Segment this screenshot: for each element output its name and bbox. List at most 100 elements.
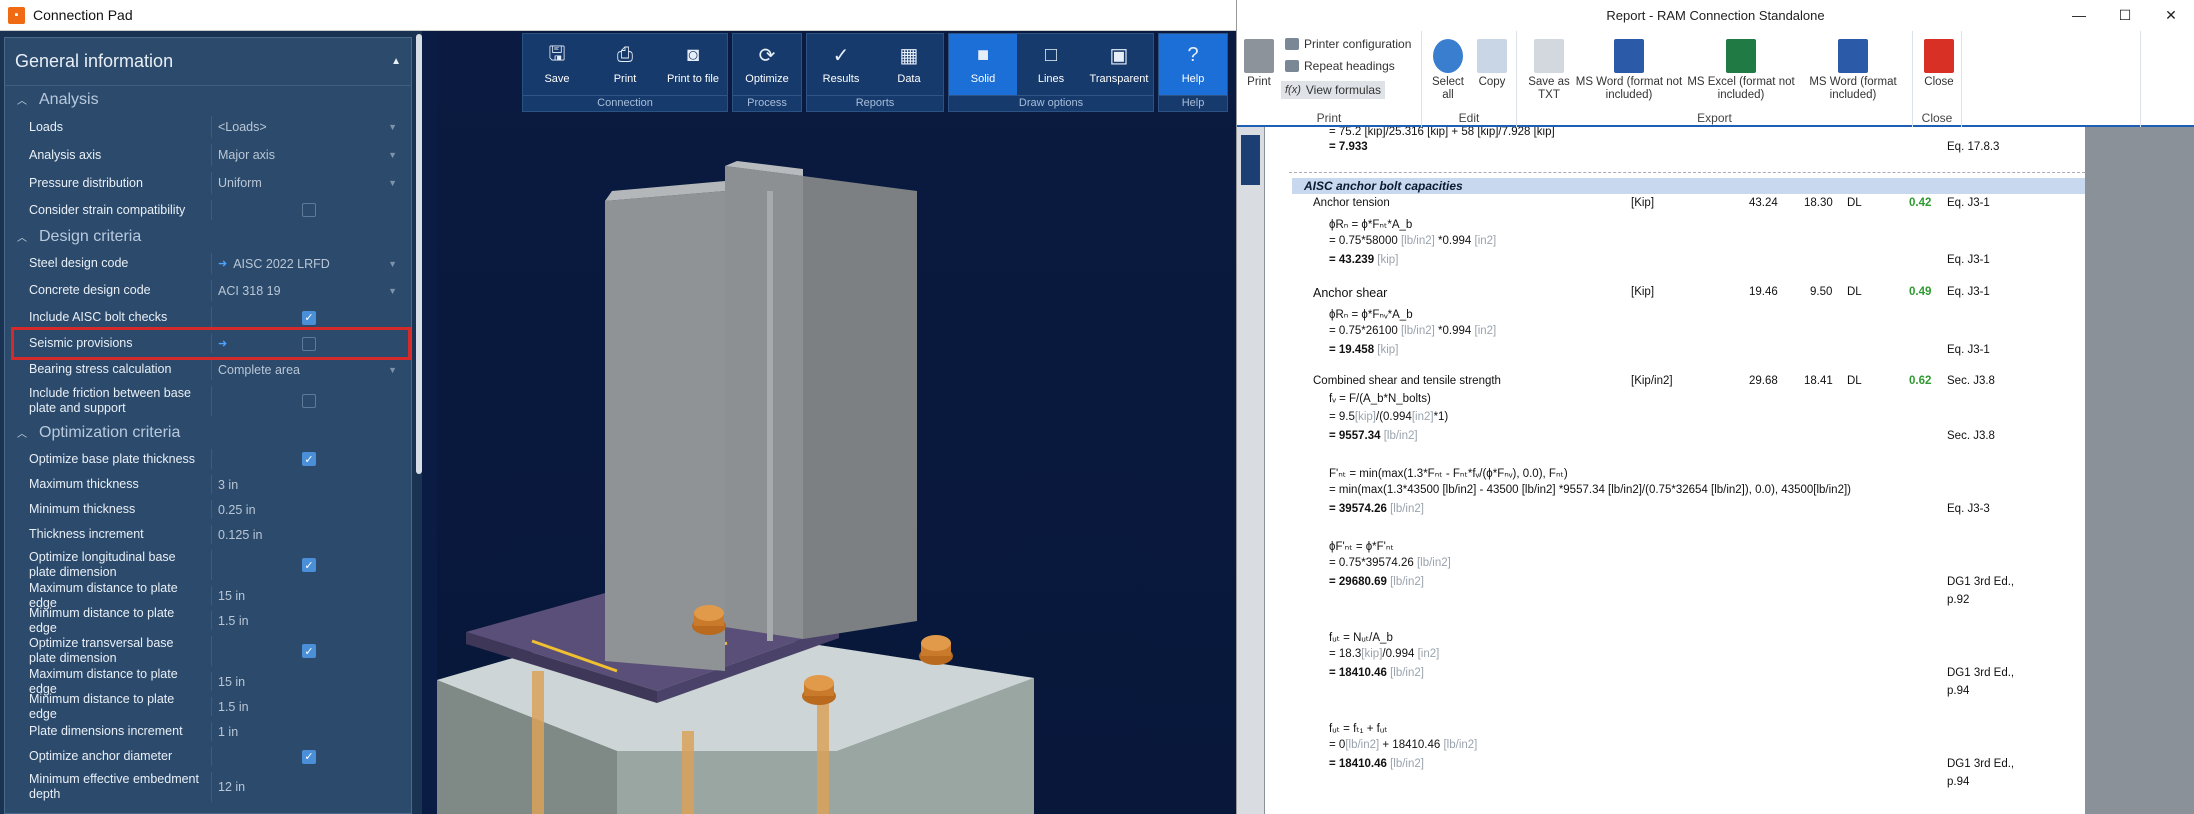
nut (692, 605, 726, 635)
row-thickness-increment[interactable]: Thickness increment 0.125 in (5, 522, 411, 547)
dropdown-icon[interactable]: ▼ (388, 150, 397, 160)
print-button[interactable]: ⎙ Print (591, 34, 659, 95)
ribbon-group-export: Save as TXT MS Word (format not included… (1517, 31, 2141, 127)
row-steel-design-code[interactable]: Steel design code ➜ AISC 2022 LRFD ▼ (5, 250, 411, 277)
copy-icon (1477, 39, 1507, 73)
row-max-distance-edge-1[interactable]: Maximum distance to plate edge 15 in (5, 581, 411, 610)
transparent-cube-icon: ▣ (1109, 45, 1129, 67)
help-button[interactable]: ? Help (1159, 34, 1227, 95)
row-optimize-anchor-diameter[interactable]: Optimize anchor diameter ✓ (5, 744, 411, 769)
maximize-icon[interactable]: ☐ (2102, 0, 2148, 30)
strain-checkbox[interactable] (302, 203, 316, 217)
opt-anchor-checkbox[interactable]: ✓ (302, 749, 316, 764)
aisc-bolt-checkbox[interactable]: ✓ (302, 310, 316, 325)
panel-scrollbar[interactable] (416, 34, 422, 474)
report-page[interactable]: = 75.2 [kip]/25.316 [kip] + 58 [kip]/7.9… (1265, 127, 2085, 814)
dropdown-icon[interactable]: ▼ (388, 122, 397, 132)
excel-export-button[interactable]: MS Excel (format not included) (1687, 39, 1795, 102)
section-optimization-criteria[interactable]: ︿ Optimization criteria (5, 419, 411, 446)
row-max-distance-edge-2[interactable]: Maximum distance to plate edge 15 in (5, 667, 411, 696)
title-bar: Report - RAM Connection Standalone — ☐ ✕ (1237, 0, 2194, 31)
toolbar-group-connection: 🖫 Save ⎙ Print ◙ Print to file Connection (522, 33, 728, 112)
results-icon: ✓ (832, 45, 850, 67)
dropdown-icon[interactable]: ▼ (388, 259, 397, 269)
row-analysis-axis[interactable]: Analysis axis Major axis ▼ (5, 141, 411, 169)
general-information-header[interactable]: General information ▲ (5, 38, 411, 86)
link-arrow-icon[interactable]: ➜ (218, 257, 227, 270)
chevron-up-icon: ︿ (17, 96, 27, 107)
close-window-icon[interactable]: ✕ (2148, 0, 2194, 30)
opt-transversal-checkbox[interactable]: ✓ (302, 644, 316, 658)
ribbon-group-print: Print Printer configuration Repeat headi… (1237, 31, 1422, 127)
friction-checkbox[interactable] (302, 394, 316, 408)
toolbar-group-help: ? Help Help (1158, 33, 1228, 112)
save-txt-button[interactable]: Save as TXT (1527, 39, 1571, 102)
optimize-button[interactable]: ⟳ Optimize (733, 34, 801, 95)
opt-longitudinal-checkbox[interactable]: ✓ (302, 558, 316, 572)
3d-viewport[interactable] (437, 31, 1236, 814)
save-icon: 🖫 (548, 42, 566, 65)
main-toolbar: 🖫 Save ⎙ Print ◙ Print to file Connection ⟳… (522, 33, 1228, 112)
solid-button[interactable]: ■ Solid (949, 34, 1017, 95)
report-area[interactable]: = 75.2 [kip]/25.316 [kip] + 58 [kip]/7.9… (1237, 127, 2194, 814)
title-bar: ▪ Connection Pad (0, 0, 1236, 31)
row-maximum-thickness[interactable]: Maximum thickness 3 in (5, 472, 411, 497)
chevron-up-icon: ︿ (17, 233, 27, 244)
app-icon: ▪ (8, 6, 25, 24)
dropdown-icon[interactable]: ▼ (388, 286, 397, 296)
row-min-distance-edge-2[interactable]: Minimum distance to plate edge 1.5 in (5, 692, 411, 721)
repeat-headings-icon (1285, 60, 1299, 72)
wireframe-cube-icon: □ (1044, 44, 1058, 66)
lines-button[interactable]: □ Lines (1017, 34, 1085, 95)
optimize-icon: ⟳ (758, 45, 776, 67)
print-to-file-button[interactable]: ◙ Print to file (659, 34, 727, 95)
data-button[interactable]: ▦ Data (875, 34, 943, 95)
save-button[interactable]: 🖫 Save (523, 34, 591, 95)
word-icon (1614, 39, 1644, 73)
word-export-button[interactable]: MS Word (format not included) (1575, 39, 1683, 102)
fx-icon: f(x) (1285, 84, 1301, 96)
row-optimize-thickness[interactable]: Optimize base plate thickness ✓ (5, 446, 411, 472)
row-min-distance-edge-1[interactable]: Minimum distance to plate edge 1.5 in (5, 606, 411, 635)
print-button[interactable]: Print (1243, 39, 1275, 89)
ribbon-group-close: Close Close (1912, 31, 1962, 127)
toolbar-group-reports: ✓ Results ▦ Data Reports (806, 33, 944, 112)
section-analysis[interactable]: ︿ Analysis (5, 86, 411, 113)
section-header: AISC anchor bolt capacities (1292, 178, 2085, 194)
connection-3d-model (437, 161, 1034, 814)
row-loads[interactable]: Loads <Loads> ▼ (5, 113, 411, 141)
desktop: ▪ Connection Pad General information ▲ ︿… (0, 0, 2194, 814)
row-minimum-thickness[interactable]: Minimum thickness 0.25 in (5, 497, 411, 522)
row-pressure-distribution[interactable]: Pressure distribution Uniform ▼ (5, 169, 411, 197)
printer-config-button[interactable]: Printer configuration (1285, 37, 1411, 51)
row-concrete-design-code[interactable]: Concrete design code ACI 318 19 ▼ (5, 277, 411, 304)
view-formulas-button[interactable]: f(x) View formulas (1281, 81, 1386, 99)
section-design-criteria[interactable]: ︿ Design criteria (5, 223, 411, 250)
dropdown-icon[interactable]: ▼ (388, 178, 397, 188)
minimize-icon[interactable]: — (2056, 0, 2102, 30)
excel-icon (1726, 39, 1756, 73)
data-icon: ▦ (899, 45, 919, 67)
window-title: Report - RAM Connection Standalone (1606, 8, 1825, 23)
properties-panel: General information ▲ ︿ Analysis Loads <Lo… (0, 31, 422, 814)
panel-title: General information (15, 51, 174, 71)
results-button[interactable]: ✓ Results (807, 34, 875, 95)
close-report-button[interactable]: Close (1921, 39, 1957, 89)
collapse-icon[interactable]: ▲ (391, 56, 401, 67)
dropdown-icon[interactable]: ▼ (388, 365, 397, 375)
word-format-export-button[interactable]: MS Word (format included) (1799, 39, 1907, 102)
transparent-button[interactable]: ▣ Transparent (1085, 34, 1153, 95)
row-include-friction[interactable]: Include friction between base plate and … (5, 383, 411, 419)
printer-config-icon (1285, 38, 1299, 50)
side-tab[interactable] (1241, 135, 1260, 185)
row-bearing-stress[interactable]: Bearing stress calculation Complete area ▼ (5, 356, 411, 383)
repeat-headings-button[interactable]: Repeat headings (1285, 59, 1395, 73)
copy-button[interactable]: Copy (1472, 39, 1512, 89)
row-optimize-longitudinal[interactable]: Optimize longitudinal base plate dimensi… (5, 547, 411, 583)
opt-thickness-checkbox[interactable]: ✓ (302, 452, 316, 466)
row-min-embedment-depth[interactable]: Minimum effective embedment depth 12 in (5, 769, 411, 805)
select-all-button[interactable]: Select all (1426, 39, 1470, 102)
row-plate-dimensions-increment[interactable]: Plate dimensions increment 1 in (5, 719, 411, 744)
row-optimize-transversal[interactable]: Optimize transversal base plate dimensio… (5, 633, 411, 669)
row-strain-compatibility[interactable]: Consider strain compatibility (5, 197, 411, 223)
